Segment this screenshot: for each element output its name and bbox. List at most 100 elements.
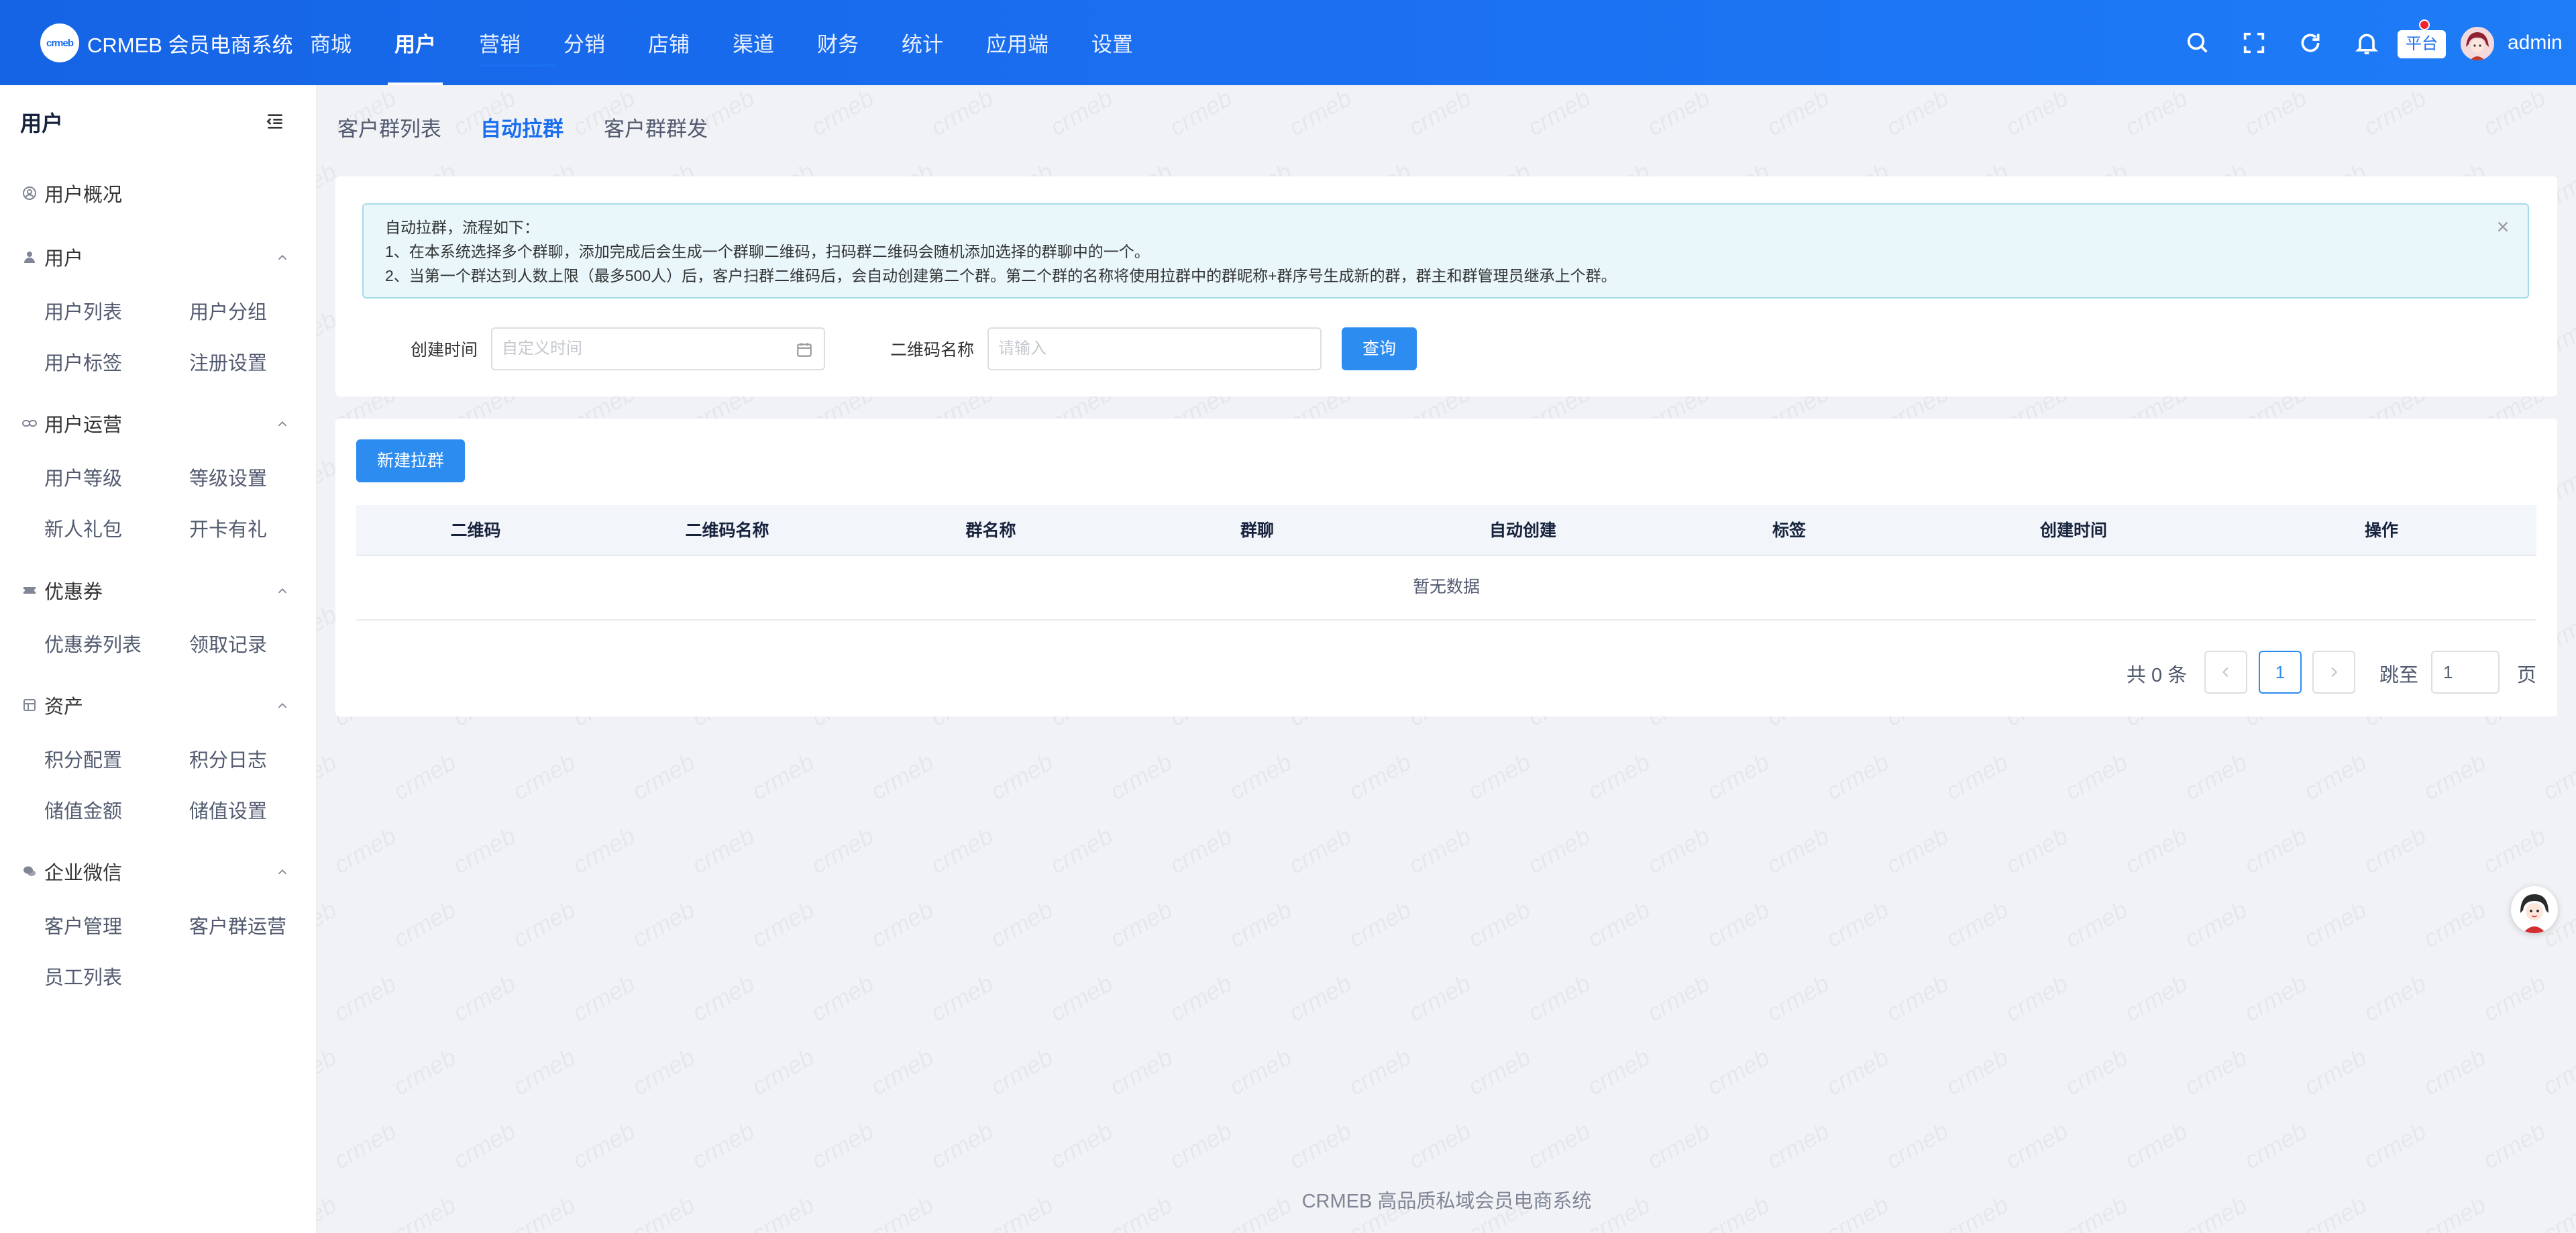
tab-auto-pull-group[interactable]: 自动拉群 (480, 112, 564, 142)
watermark-text: crmeb (1762, 1117, 1834, 1175)
watermark-text: crmeb (2000, 1117, 2073, 1175)
chevron-up-icon[interactable] (275, 698, 290, 713)
watermark-text: crmeb (1105, 748, 1177, 806)
topnav-item-apps[interactable]: 应用端 (986, 0, 1049, 85)
topnav-item-store[interactable]: 店铺 (648, 0, 690, 85)
sidebar-item-card-gift[interactable]: 开卡有礼 (189, 514, 267, 542)
refresh-icon[interactable] (2297, 30, 2324, 56)
watermark-text: crmeb (1105, 1043, 1177, 1101)
watermark-text: crmeb (1642, 969, 1715, 1027)
watermark-text: crmeb (2299, 896, 2371, 953)
watermark-text: crmeb (2180, 896, 2252, 953)
close-icon[interactable] (2496, 219, 2510, 234)
sidebar-item-user-level[interactable]: 用户等级 (44, 463, 122, 491)
watermark-text: crmeb (1523, 822, 1595, 879)
sidebar-item-user-group[interactable]: 用户分组 (189, 297, 267, 325)
jump-page-input[interactable]: 1 (2431, 651, 2500, 694)
page-number-button[interactable]: 1 (2259, 651, 2302, 694)
topnav-item-finance[interactable]: 财务 (817, 0, 859, 85)
watermark-text: crmeb (388, 748, 461, 806)
sidebar-item-newbie-gift[interactable]: 新人礼包 (44, 514, 122, 542)
watermark-text: crmeb (2359, 1117, 2431, 1175)
sidebar-item-user-list[interactable]: 用户列表 (44, 297, 122, 325)
watermark-text: crmeb (2120, 1117, 2192, 1175)
sidebar-group-wecom[interactable]: 企业微信 (21, 857, 122, 886)
topnav-item-channel[interactable]: 渠道 (733, 0, 774, 85)
topnav-item-distribution[interactable]: 分销 (564, 0, 605, 85)
sidebar-group-user-operation[interactable]: 用户运营 (21, 409, 122, 437)
watermark-text: crmeb (448, 1117, 521, 1175)
tab-customer-group-list[interactable]: 客户群列表 (337, 112, 441, 142)
menu-collapse-icon[interactable] (264, 111, 286, 132)
alert-line: 2、当第一个群达到人数上限（最多500人）后，客户扫群二维码后，会自动创建第二个… (385, 267, 1617, 284)
watermark-text: crmeb (1881, 969, 1953, 1027)
prev-page-button[interactable] (2204, 651, 2247, 694)
qr-name-label: 二维码名称 (890, 341, 975, 360)
tab-group-broadcast[interactable]: 客户群群发 (604, 112, 708, 142)
new-pull-group-button[interactable]: 新建拉群 (356, 439, 465, 482)
sidebar-item-level-settings[interactable]: 等级设置 (189, 463, 267, 491)
sidebar-title: 用户 (20, 111, 64, 136)
created-time-picker[interactable]: 自定义时间 (491, 327, 825, 370)
sidebar-item-points-config[interactable]: 积分配置 (44, 745, 122, 773)
watermark-text: crmeb (747, 1043, 819, 1101)
search-icon[interactable] (2184, 30, 2211, 56)
topnav-item-user[interactable]: 用户 (388, 0, 443, 85)
column-header[interactable]: 标签 (1772, 505, 1806, 556)
column-header[interactable]: 二维码 (450, 505, 500, 556)
sidebar-group-assets[interactable]: 资产 (21, 691, 83, 719)
topnav-item-mall[interactable]: 商城 (310, 0, 352, 85)
sidebar-item-staff-list[interactable]: 员工列表 (44, 962, 122, 990)
chevron-up-icon[interactable] (275, 250, 290, 265)
sidebar-item-group-operation[interactable]: 客户群运营 (189, 911, 286, 939)
next-page-button[interactable] (2312, 651, 2355, 694)
watermark-text: crmeb (1642, 1117, 1715, 1175)
watermark-text: crmeb (806, 822, 879, 879)
sidebar-item-user-tags[interactable]: 用户标签 (44, 347, 122, 376)
notification-badge (2419, 19, 2430, 30)
chevron-up-icon[interactable] (275, 417, 290, 431)
sidebar-item-claim-records[interactable]: 领取记录 (189, 629, 267, 657)
info-alert: 自动拉群，流程如下： 1、在本系统选择多个群聊，添加完成后会生成一个群聊二维码，… (362, 203, 2529, 299)
app-logo[interactable]: crmeb CRMEB 会员电商系统 (40, 23, 293, 62)
table-empty-state: 暂无数据 (356, 556, 2536, 621)
watermark-text: crmeb (687, 969, 759, 1027)
watermark-text: crmeb (1523, 1117, 1595, 1175)
watermark-text: crmeb (1344, 1043, 1416, 1101)
column-header[interactable]: 群聊 (1240, 505, 1274, 556)
topnav-item-statistics[interactable]: 统计 (902, 0, 943, 85)
column-header[interactable]: 创建时间 (2040, 505, 2107, 556)
watermark-text: crmeb (687, 1117, 759, 1175)
column-header[interactable]: 操作 (2365, 505, 2398, 556)
watermark-text: crmeb (747, 748, 819, 806)
watermark-text: crmeb (1881, 822, 1953, 879)
sidebar-item-user-overview[interactable]: 用户概况 (21, 179, 122, 207)
admin-username[interactable]: admin (2508, 30, 2563, 56)
sidebar-group-user[interactable]: 用户 (21, 243, 83, 271)
bell-icon[interactable] (2353, 30, 2380, 56)
query-button[interactable]: 查询 (1342, 327, 1417, 370)
watermark-text: crmeb (2060, 1043, 2133, 1101)
sidebar-item-coupon-list[interactable]: 优惠券列表 (44, 629, 142, 657)
fullscreen-icon[interactable] (2241, 30, 2267, 56)
qr-name-input[interactable]: 请输入 (987, 327, 1322, 370)
sidebar-item-customer-management[interactable]: 客户管理 (44, 911, 122, 939)
customer-service-avatar[interactable] (2511, 886, 2558, 933)
column-header[interactable]: 二维码名称 (685, 505, 769, 556)
sidebar-item-stored-amount[interactable]: 储值金额 (44, 796, 122, 824)
sidebar-item-register-settings[interactable]: 注册设置 (189, 347, 267, 376)
wechat-icon (23, 866, 36, 876)
column-header[interactable]: 群名称 (965, 505, 1016, 556)
chevron-up-icon[interactable] (275, 865, 290, 879)
chevron-up-icon[interactable] (275, 584, 290, 598)
topnav-item-settings[interactable]: 设置 (1091, 0, 1133, 85)
column-header[interactable]: 自动创建 (1489, 505, 1556, 556)
link-icon (22, 420, 37, 427)
watermark-text: crmeb (926, 822, 998, 879)
topnav-item-marketing[interactable]: 营销 (479, 0, 521, 85)
sidebar-item-points-log[interactable]: 积分日志 (189, 745, 267, 773)
avatar[interactable] (2461, 27, 2494, 60)
platform-button[interactable]: 平台 (2398, 30, 2446, 58)
sidebar-group-coupon[interactable]: 优惠券 (21, 576, 103, 604)
sidebar-item-stored-settings[interactable]: 储值设置 (189, 796, 267, 824)
